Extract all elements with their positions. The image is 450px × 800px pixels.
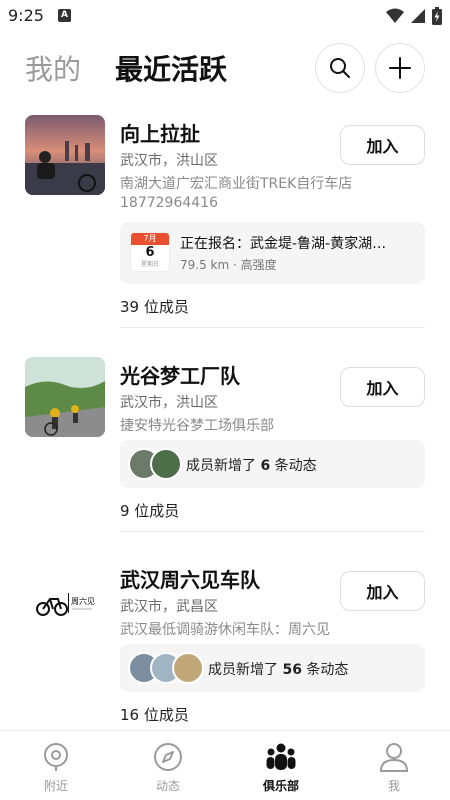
signal-icon	[411, 9, 425, 23]
join-button[interactable]: 加入	[340, 367, 425, 407]
update-text: 成员新增了 6 条动态	[186, 458, 317, 474]
event-card[interactable]: 7月 6 星期日 正在报名：武金堤-鲁湖-黄家湖… 79.5 km · 高强度	[120, 222, 425, 284]
avatar	[150, 448, 182, 480]
club-phone: 18772964416	[120, 195, 218, 211]
member-count: 39 位成员	[120, 298, 189, 316]
club-location: 武汉市，武昌区	[120, 599, 218, 615]
event-meta: 79.5 km · 高强度	[180, 258, 277, 272]
club-avatar[interactable]	[25, 357, 105, 437]
battery-icon	[432, 7, 442, 25]
club-logo-text: 周六见	[71, 596, 95, 606]
group-icon	[266, 743, 296, 770]
add-club-button[interactable]	[375, 43, 425, 93]
search-button[interactable]	[315, 43, 365, 93]
status-icons	[386, 7, 442, 25]
divider	[120, 531, 425, 532]
nav-clubs[interactable]: 俱乐部	[225, 731, 337, 800]
location-pin-icon	[44, 743, 68, 771]
club-name[interactable]: 向上拉扯	[120, 118, 200, 147]
wifi-icon	[386, 8, 404, 23]
member-count: 9 位成员	[120, 502, 180, 520]
club-location: 武汉市，洪山区	[120, 395, 218, 411]
search-icon	[330, 58, 350, 78]
avatar	[172, 652, 204, 684]
nav-label: 动态	[155, 779, 180, 793]
status-time: 9:25	[8, 6, 44, 25]
header: 我的 最近活跃	[0, 40, 450, 96]
club-avatar[interactable]	[25, 115, 105, 195]
update-card[interactable]: 成员新增了 56 条动态	[120, 644, 425, 692]
nav-label: 我	[387, 779, 400, 793]
club-location: 武汉市，洪山区	[120, 153, 218, 169]
join-button[interactable]: 加入	[340, 571, 425, 611]
club-card[interactable]: 光谷梦工厂队 武汉市，洪山区 捷安特光谷梦工场俱乐部 加入 成员新增了 6 条动…	[0, 352, 450, 532]
calendar-icon: 7月 6 星期日	[130, 232, 170, 272]
person-icon	[379, 743, 409, 772]
plus-icon	[389, 57, 411, 79]
club-description: 南湖大道广宏汇商业街TREK自行车店	[120, 176, 353, 192]
club-card[interactable]: 向上拉扯 武汉市，洪山区 南湖大道广宏汇商业街TREK自行车店 18772964…	[0, 110, 450, 328]
calendar-day: 6	[145, 245, 155, 260]
nav-feed[interactable]: 动态	[112, 731, 224, 800]
nav-nearby[interactable]: 附近	[0, 731, 112, 800]
compass-icon	[154, 743, 182, 771]
update-text: 成员新增了 56 条动态	[208, 662, 349, 678]
event-title: 正在报名：武金堤-鲁湖-黄家湖…	[180, 236, 387, 252]
update-card[interactable]: 成员新增了 6 条动态	[120, 440, 425, 488]
member-count: 16 位成员	[120, 706, 189, 724]
club-card[interactable]: 周六见 武汉周六见车队 武汉市，武昌区 武汉最低调骑游休闲车队：周六见 加入 成…	[0, 556, 450, 730]
bottom-nav: 附近 动态 俱乐部 我	[0, 730, 450, 800]
tab-mine[interactable]: 我的	[25, 48, 81, 88]
tab-recent-active[interactable]: 最近活跃	[115, 48, 227, 88]
club-avatar[interactable]: 周六见	[25, 561, 105, 641]
divider	[120, 327, 425, 328]
club-description: 捷安特光谷梦工场俱乐部	[120, 418, 274, 434]
nav-me[interactable]: 我	[338, 731, 450, 800]
calendar-weekday: 星期日	[140, 261, 159, 268]
club-list[interactable]: 向上拉扯 武汉市，洪山区 南湖大道广宏汇商业街TREK自行车店 18772964…	[0, 110, 450, 730]
join-button[interactable]: 加入	[340, 125, 425, 165]
nav-label: 俱乐部	[262, 779, 299, 793]
status-bar: 9:25 A	[0, 0, 450, 32]
calendar-month: 7月	[131, 233, 169, 245]
club-description: 武汉最低调骑游休闲车队：周六见	[120, 622, 330, 638]
club-name[interactable]: 武汉周六见车队	[120, 564, 260, 593]
nav-label: 附近	[43, 779, 68, 793]
club-name[interactable]: 光谷梦工厂队	[120, 360, 240, 389]
notification-icon: A	[58, 9, 71, 22]
